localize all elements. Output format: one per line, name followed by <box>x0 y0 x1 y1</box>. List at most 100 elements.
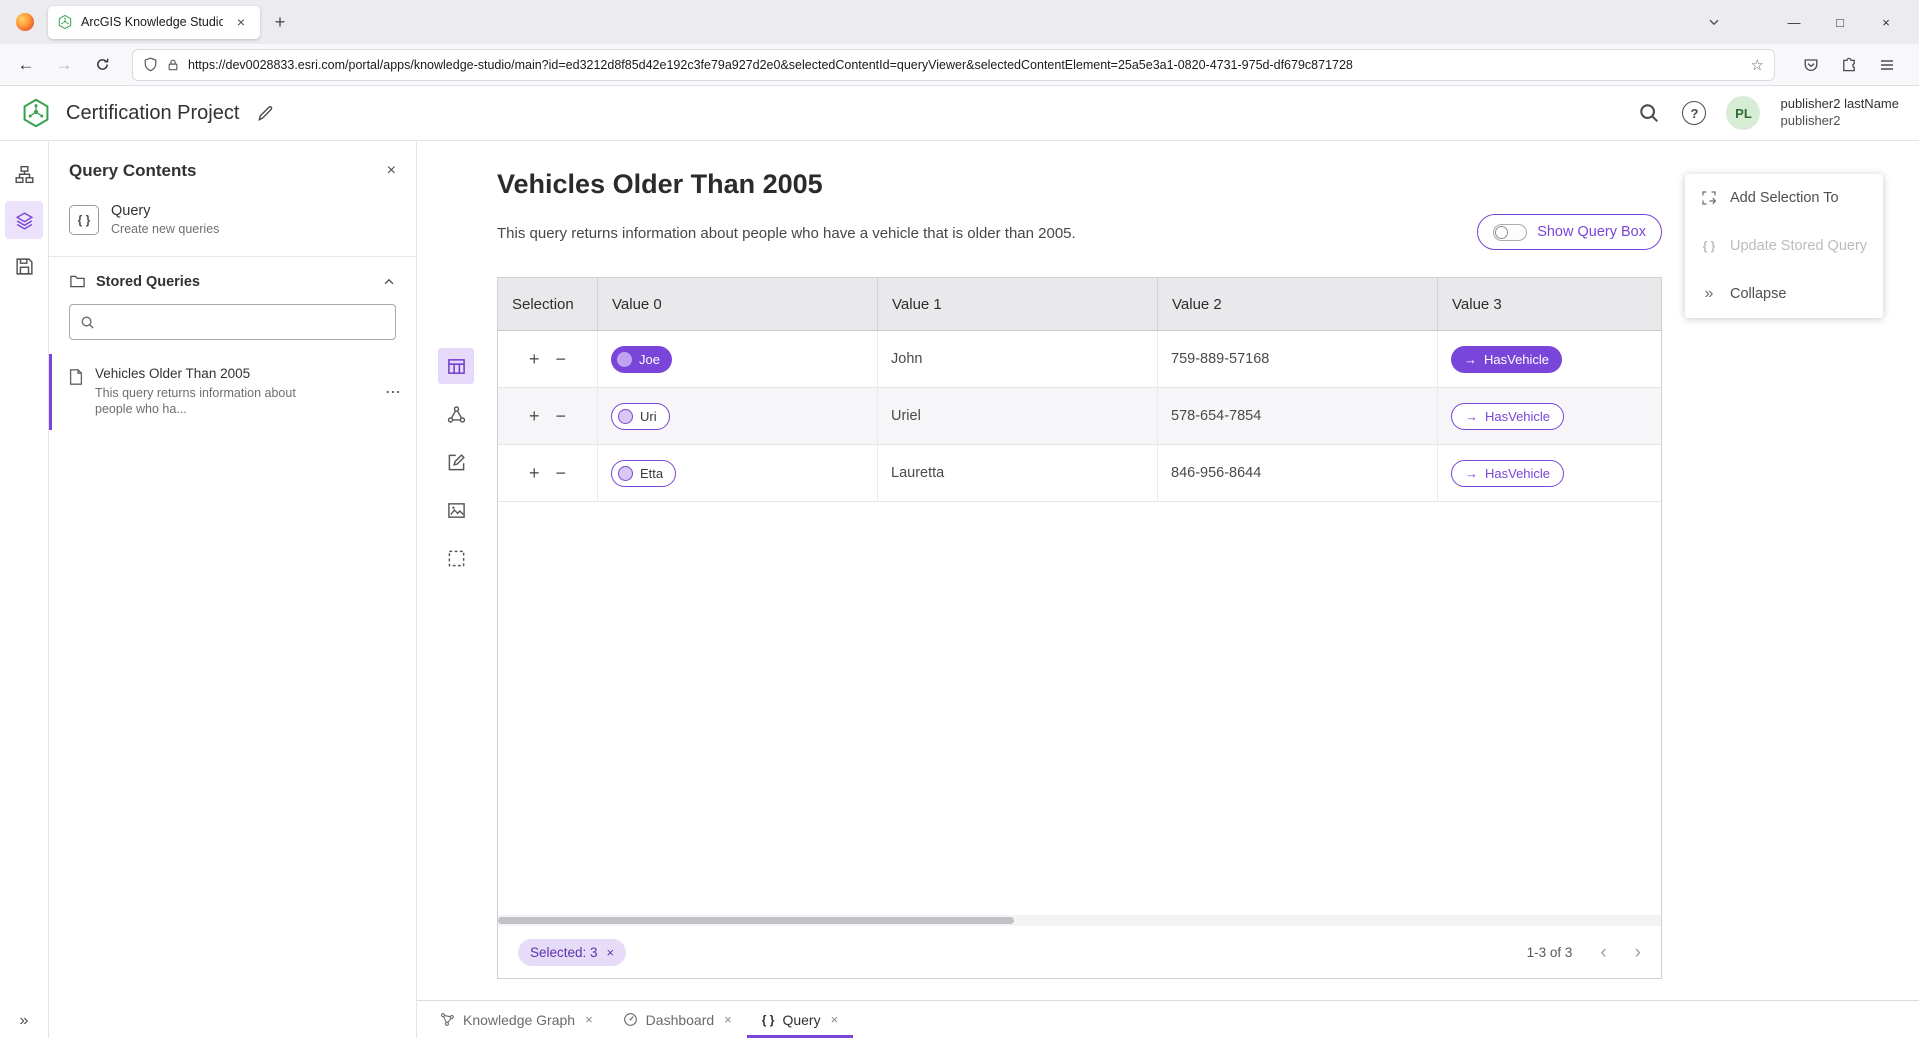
tab-knowledge-graph[interactable]: Knowledge Graph × <box>425 1001 608 1038</box>
extensions-puzzle-icon[interactable] <box>1835 51 1863 79</box>
avatar[interactable]: PL <box>1726 96 1760 130</box>
previous-page-icon[interactable]: ‹ <box>1600 943 1606 962</box>
close-tab-icon[interactable]: × <box>585 1012 593 1027</box>
remove-selection-icon[interactable]: − <box>556 464 567 482</box>
edit-title-pencil-icon[interactable] <box>257 105 274 122</box>
link-chart-view-icon[interactable] <box>438 396 474 432</box>
selected-count-chip[interactable]: Selected: 3 × <box>518 939 626 966</box>
stored-queries-header[interactable]: Stored Queries <box>49 257 416 302</box>
new-query-item[interactable]: { } Query Create new queries <box>49 195 416 257</box>
menu-item-collapse[interactable]: » Collapse <box>1685 270 1883 318</box>
toggle-switch[interactable] <box>1493 224 1527 241</box>
add-selection-icon[interactable]: + <box>529 350 540 368</box>
entity-label: Uri <box>640 409 657 424</box>
entity-pill[interactable]: Uri <box>611 403 670 430</box>
tab-favicon <box>57 14 73 30</box>
column-header: Value 3 <box>1438 278 1662 330</box>
panel-title: Query Contents <box>69 161 197 181</box>
map-view-icon[interactable] <box>438 492 474 528</box>
chevron-up-icon[interactable] <box>382 275 396 289</box>
relationship-label: HasVehicle <box>1485 409 1550 424</box>
selected-count-label: Selected: 3 <box>530 945 598 960</box>
tracking-protection-shield-icon[interactable] <box>143 57 158 72</box>
table-row: + − Etta Lauretta 846-956-8644 → <box>498 445 1661 502</box>
close-tab-icon[interactable]: × <box>724 1012 732 1027</box>
add-selection-icon[interactable]: + <box>529 407 540 425</box>
data-model-icon[interactable] <box>5 155 43 193</box>
contents-layers-icon[interactable] <box>5 201 43 239</box>
entity-dot-icon <box>617 352 632 367</box>
tab-dashboard[interactable]: Dashboard × <box>608 1001 747 1038</box>
expand-rail-icon[interactable]: » <box>0 1012 48 1030</box>
edit-view-icon[interactable] <box>438 444 474 480</box>
next-page-icon[interactable]: › <box>1635 943 1641 962</box>
back-button[interactable]: ← <box>10 49 42 81</box>
document-icon <box>67 368 85 386</box>
double-chevron-icon: » <box>1700 285 1718 303</box>
browser-tab[interactable]: ArcGIS Knowledge Studio × <box>48 6 260 39</box>
relationship-label: HasVehicle <box>1485 466 1550 481</box>
pagination: 1-3 of 3 ‹ › <box>1527 943 1641 962</box>
kebab-menu-icon[interactable]: ⋯ <box>385 382 402 402</box>
panel-close-icon[interactable]: × <box>387 162 396 180</box>
selection-view-icon[interactable] <box>438 540 474 576</box>
arrow-right-icon: → <box>1464 352 1477 367</box>
remove-selection-icon[interactable]: − <box>556 350 567 368</box>
forward-button[interactable]: → <box>48 49 80 81</box>
tab-label: Query <box>782 1012 820 1028</box>
user-menu[interactable]: publisher2 lastName publisher2 <box>1780 96 1899 130</box>
close-window-button[interactable]: × <box>1863 0 1909 44</box>
entity-cell: Joe <box>598 331 878 387</box>
add-selection-to-icon <box>1700 190 1718 206</box>
braces-icon: { } <box>762 1013 775 1027</box>
clear-selection-icon[interactable]: × <box>607 945 615 960</box>
relationship-cell: → HasVehicle <box>1438 445 1662 501</box>
menu-item-add-selection-to[interactable]: Add Selection To <box>1685 174 1883 222</box>
firefox-view-icon[interactable] <box>16 13 34 31</box>
relationship-pill[interactable]: → HasVehicle <box>1451 460 1564 487</box>
url-bar[interactable]: https://dev0028833.esri.com/portal/apps/… <box>132 49 1775 81</box>
stored-queries-search-input[interactable] <box>103 315 385 330</box>
entity-cell: Uri <box>598 388 878 444</box>
bookmark-star-icon[interactable]: ☆ <box>1751 56 1764 74</box>
table-view-icon[interactable] <box>438 348 474 384</box>
value-cell: 846-956-8644 <box>1158 445 1438 501</box>
relationship-pill[interactable]: → HasVehicle <box>1451 403 1564 430</box>
braces-icon: { } <box>69 205 99 235</box>
minimize-button[interactable]: — <box>1771 0 1817 44</box>
help-icon[interactable]: ? <box>1682 101 1706 125</box>
scrollbar-thumb[interactable] <box>498 917 1014 924</box>
left-icon-rail: » <box>0 141 49 1038</box>
search-icon[interactable] <box>1636 100 1662 126</box>
relationship-label: HasVehicle <box>1484 352 1549 367</box>
row-range-label: 1-3 of 3 <box>1527 945 1573 960</box>
stored-queries-search[interactable] <box>69 304 396 340</box>
save-to-pocket-icon[interactable] <box>1797 51 1825 79</box>
reload-button[interactable] <box>86 49 118 81</box>
arcgis-knowledge-logo <box>20 97 52 129</box>
show-query-box-toggle[interactable]: Show Query Box <box>1477 214 1662 250</box>
maximize-button[interactable]: □ <box>1817 0 1863 44</box>
stored-query-item[interactable]: Vehicles Older Than 2005 This query retu… <box>49 354 416 430</box>
menu-hamburger-icon[interactable] <box>1873 51 1901 79</box>
column-header: Value 2 <box>1158 278 1438 330</box>
relationship-pill[interactable]: → HasVehicle <box>1451 346 1562 373</box>
menu-item-update-stored-query[interactable]: { } Update Stored Query <box>1685 222 1883 270</box>
user-username: publisher2 <box>1780 113 1899 130</box>
close-tab-icon[interactable]: × <box>831 1012 839 1027</box>
tab-close-icon[interactable]: × <box>231 12 251 32</box>
url-text: https://dev0028833.esri.com/portal/apps/… <box>188 58 1743 72</box>
stored-queries-title: Stored Queries <box>96 274 372 290</box>
padlock-icon[interactable] <box>166 58 180 72</box>
add-selection-icon[interactable]: + <box>529 464 540 482</box>
save-icon[interactable] <box>5 247 43 285</box>
entity-pill[interactable]: Etta <box>611 460 676 487</box>
new-tab-button[interactable]: + <box>270 12 290 32</box>
list-all-tabs-icon[interactable] <box>1697 5 1731 39</box>
remove-selection-icon[interactable]: − <box>556 407 567 425</box>
horizontal-scrollbar[interactable] <box>498 915 1661 926</box>
tab-query[interactable]: { } Query × <box>747 1001 853 1038</box>
entity-pill[interactable]: Joe <box>611 346 672 373</box>
show-query-box-label: Show Query Box <box>1537 224 1646 240</box>
column-header: Value 0 <box>598 278 878 330</box>
